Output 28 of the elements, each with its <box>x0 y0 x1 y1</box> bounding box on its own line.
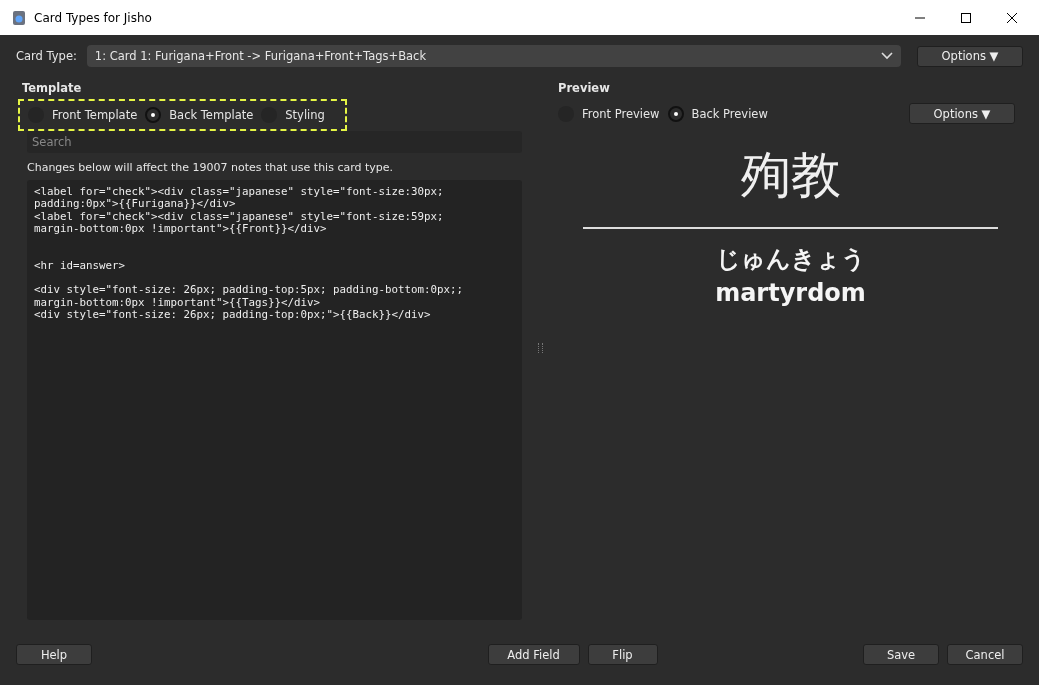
chevron-down-icon <box>881 52 893 60</box>
template-radio[interactable]: Front Template <box>28 107 138 123</box>
notice-text: Changes below will affect the 19007 notes that use this card type. <box>27 161 395 174</box>
splitter-handle[interactable] <box>537 342 543 353</box>
footer-button[interactable]: Add Field <box>487 644 580 665</box>
footer-button[interactable]: Help <box>16 644 92 665</box>
options-button[interactable]: Options ▼ <box>917 45 1023 67</box>
card-type-label: Card Type: <box>16 49 77 63</box>
preview-radio[interactable]: Back Preview <box>667 105 768 122</box>
app-icon <box>12 9 26 26</box>
maximize-icon[interactable] <box>961 12 971 23</box>
template-heading: Template <box>22 81 83 95</box>
code-editor[interactable]: <label for="check"><div class="japanese" style="font-size:30px; padding:0px">{{Furigana}}</div> <label for="check"><div class="japanese" style="font-size:59px; margin-bottom:0px !important">{{Front}}</div> <hr id=answer> <div style="font-size: 26px; padding-top:5px; padding-bottom:0px;; margin-bottom:0px !important">{{Tags}}</div> <div style="font-size: 26px; padding-top:0px;">{{Back}}</div> <box>27 180 522 620</box>
template-radio[interactable]: Styling <box>261 107 325 123</box>
window-title: Card Types for Jisho <box>34 10 153 25</box>
card-type-dropdown[interactable]: 1: Card 1: Furigana+Front -> Furigana+Front+Tags+Back <box>86 45 901 67</box>
card-back-text: martyrdom <box>715 279 866 307</box>
footer-button[interactable]: Cancel <box>947 644 1023 665</box>
card-reading-text: じゅんきょう <box>715 244 866 275</box>
template-radio[interactable]: Back Template <box>145 107 254 123</box>
preview-radio[interactable]: Front Preview <box>558 105 660 122</box>
search-field[interactable]: Search <box>27 131 522 153</box>
footer-button[interactable]: Flip <box>587 644 658 665</box>
card-front-text: 殉教 <box>740 145 841 206</box>
footer-button[interactable]: Save <box>863 644 939 665</box>
close-icon[interactable] <box>1007 12 1017 23</box>
preview-heading: Preview <box>558 81 611 95</box>
options-button[interactable]: Options ▼ <box>909 103 1015 124</box>
